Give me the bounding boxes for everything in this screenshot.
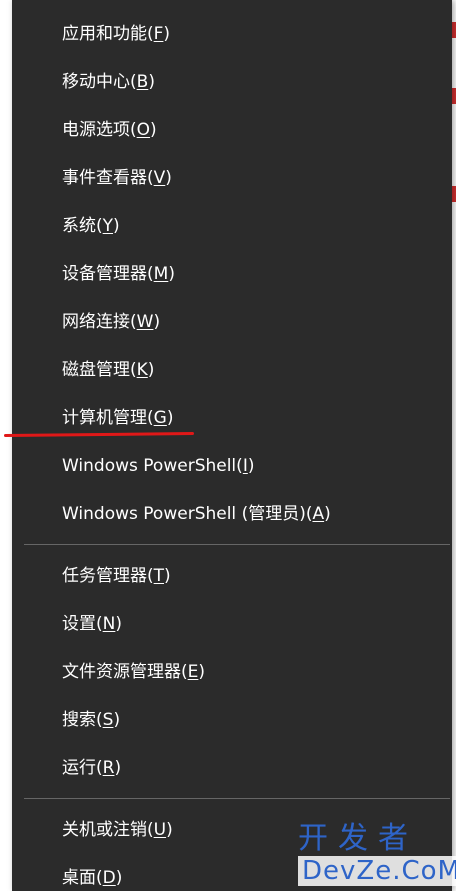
- menu-item-label: 桌面: [62, 868, 96, 888]
- menu-item-accesskey: F: [153, 24, 164, 44]
- menu-item-network-connections[interactable]: 网络连接(W): [12, 298, 452, 346]
- menu-item-disk-management[interactable]: 磁盘管理(K): [12, 346, 452, 394]
- menu-item-label: 设备管理器: [62, 264, 147, 284]
- menu-item-accesskey: D: [102, 868, 116, 888]
- menu-item-label: 计算机管理: [62, 408, 147, 428]
- menu-item-label: 设置: [62, 614, 96, 634]
- menu-item-accesskey: G: [153, 408, 167, 428]
- menu-item-accesskey: R: [102, 758, 115, 778]
- menu-item-accesskey: M: [153, 264, 169, 284]
- menu-item-label: 任务管理器: [62, 566, 147, 586]
- menu-item-accesskey: U: [153, 820, 167, 840]
- menu-item-power-options[interactable]: 电源选项(O): [12, 106, 452, 154]
- menu-item-label: 磁盘管理: [62, 360, 130, 380]
- menu-separator: [24, 798, 450, 799]
- menu-item-windows-powershell[interactable]: Windows PowerShell(I): [12, 442, 452, 490]
- menu-item-accesskey: W: [136, 312, 154, 332]
- watermark-cn-text: 开发者: [298, 821, 418, 856]
- watermark-logo: 开发者 DevZe.CoM: [298, 822, 456, 891]
- menu-item-accesskey: Y: [102, 216, 114, 236]
- menu-item-accesskey: B: [136, 72, 149, 92]
- menu-separator: [24, 544, 450, 545]
- menu-item-label: 运行: [62, 758, 96, 778]
- menu-item-search[interactable]: 搜索(S): [12, 696, 452, 744]
- menu-item-accesskey: I: [242, 456, 248, 476]
- menu-item-label: Windows PowerShell (管理员): [62, 504, 306, 524]
- menu-item-label: 移动中心: [62, 72, 130, 92]
- menu-item-accesskey: N: [102, 614, 116, 634]
- menu-item-file-explorer[interactable]: 文件资源管理器(E): [12, 648, 452, 696]
- menu-item-label: 电源选项: [62, 120, 130, 140]
- menu-item-apps-and-features[interactable]: 应用和功能(F): [12, 10, 452, 58]
- menu-item-windows-powershell-admin[interactable]: Windows PowerShell (管理员)(A): [12, 490, 452, 538]
- menu-item-label: 搜索: [62, 710, 96, 730]
- watermark-en-text: DevZe.CoM: [298, 856, 456, 886]
- menu-item-accesskey: S: [102, 710, 114, 730]
- menu-item-accesskey: T: [153, 566, 165, 586]
- menu-item-run[interactable]: 运行(R): [12, 744, 452, 792]
- menu-item-device-manager[interactable]: 设备管理器(M): [12, 250, 452, 298]
- menu-item-accesskey: V: [153, 168, 166, 188]
- menu-item-label: 文件资源管理器: [62, 662, 181, 682]
- menu-item-task-manager[interactable]: 任务管理器(T): [12, 552, 452, 600]
- background-red-mark: [452, 22, 456, 38]
- menu-item-label: Windows PowerShell: [62, 456, 237, 476]
- menu-item-accesskey: E: [187, 662, 199, 682]
- menu-item-label: 关机或注销: [62, 820, 147, 840]
- menu-item-event-viewer[interactable]: 事件查看器(V): [12, 154, 452, 202]
- menu-item-settings[interactable]: 设置(N): [12, 600, 452, 648]
- menu-item-accesskey: O: [136, 120, 151, 140]
- menu-item-accesskey: A: [312, 504, 325, 524]
- background-red-mark: [452, 88, 456, 104]
- menu-item-accesskey: K: [136, 360, 148, 380]
- menu-item-system[interactable]: 系统(Y): [12, 202, 452, 250]
- menu-item-label: 系统: [62, 216, 96, 236]
- menu-item-mobility-center[interactable]: 移动中心(B): [12, 58, 452, 106]
- menu-item-label: 事件查看器: [62, 168, 147, 188]
- menu-item-label: 网络连接: [62, 312, 130, 332]
- winx-context-menu: 应用和功能(F) 移动中心(B) 电源选项(O) 事件查看器(V) 系统(Y) …: [12, 0, 452, 891]
- background-red-mark: [452, 186, 456, 202]
- menu-item-label: 应用和功能: [62, 24, 147, 44]
